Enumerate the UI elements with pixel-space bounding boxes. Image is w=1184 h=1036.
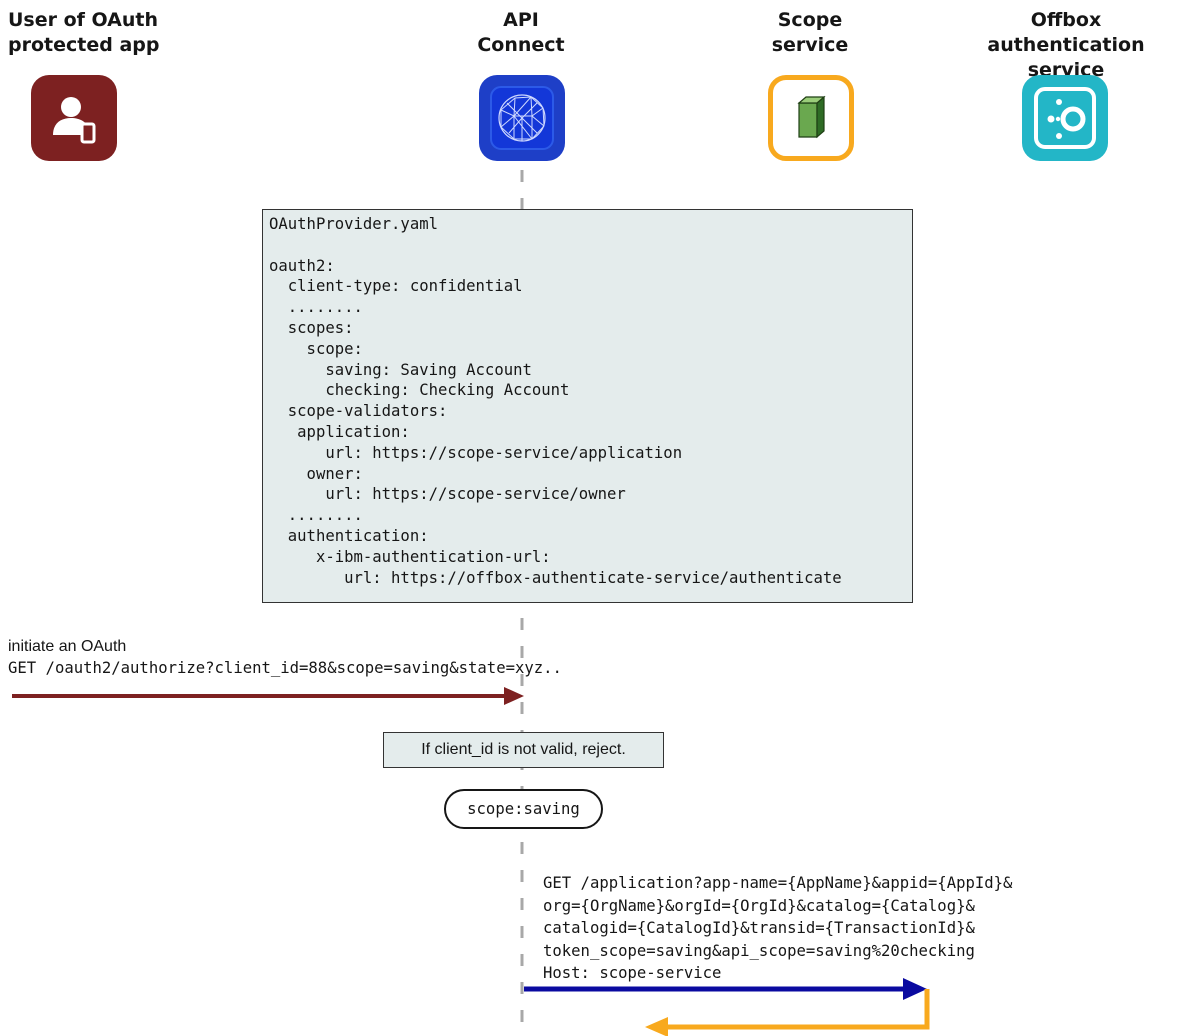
scope-pill: scope:saving	[444, 789, 603, 829]
participant-offbox-auth-title: Offbox authentication service	[987, 9, 1145, 81]
user-icon	[31, 75, 117, 161]
scope-response-arrow	[645, 989, 930, 1036]
scope-service-request: GET /application?app-name={AppName}&appi…	[543, 874, 1013, 982]
auth-service-icon	[1022, 75, 1108, 161]
client-validation-note: If client_id is not valid, reject.	[383, 732, 664, 768]
network-globe-icon	[479, 75, 565, 161]
oauth-provider-config: OAuthProvider.yaml oauth2: client-type: …	[262, 209, 913, 603]
participant-user-title: User of OAuth protected app	[8, 9, 160, 56]
authorize-request: GET /oauth2/authorize?client_id=88&scope…	[8, 659, 562, 677]
participant-scope-service-title: Scope service	[771, 9, 849, 56]
initiate-oauth-label: initiate an OAuth	[8, 638, 127, 655]
initiate-oauth-arrow	[12, 687, 524, 705]
participant-api-connect-title: API Connect	[477, 9, 565, 56]
box-icon	[768, 75, 854, 161]
